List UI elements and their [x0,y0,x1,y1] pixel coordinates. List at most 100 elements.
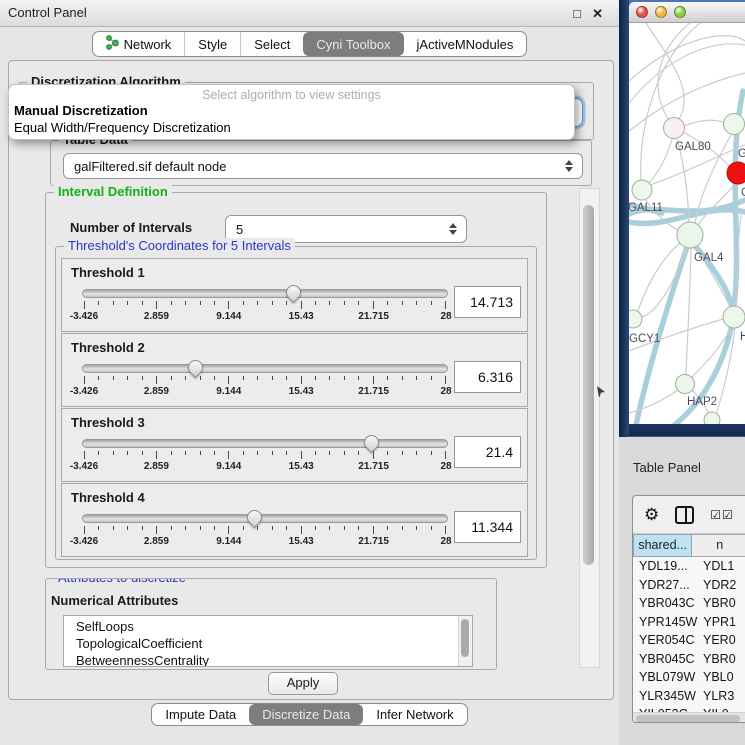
column-header-name[interactable]: n [692,534,745,557]
table-row[interactable]: YDR27...YDR2 [633,578,745,597]
cell-name: YLR3 [697,689,745,708]
slider-track[interactable] [82,514,448,523]
threshold-slider[interactable]: -3.4262.8599.14415.4321.71528 [82,509,448,549]
slider-thumb[interactable] [185,357,206,378]
network-node-hap2[interactable] [676,375,695,394]
tab-network[interactable]: Network [93,32,185,56]
column-header-shared-name[interactable]: shared... [633,534,692,557]
screen: Control Panel □ ✕ NetworkStyleSelectCyni… [0,0,745,745]
tab-label: jActiveMNodules [417,37,514,52]
tab-jactivemnodules[interactable]: jActiveMNodules [404,32,527,56]
slider-thumb[interactable] [244,507,265,528]
table-hscrollbar[interactable] [633,712,745,723]
cell-shared-name: YER054C [633,633,697,652]
network-window: GAL80GACGAL11GAL4GCY1HHAP2 [629,2,745,436]
columns-icon[interactable] [675,506,694,524]
network-node-ga[interactable] [724,114,745,135]
attribute-item[interactable]: BetweennessCentrality [76,652,472,667]
apply-button[interactable]: Apply [268,672,338,695]
network-edge[interactable] [629,36,745,81]
tab-discretize-data[interactable]: Discretize Data [249,704,363,725]
network-node-gal80[interactable] [664,118,685,139]
attribute-items: SelfLoopsTopologicalCoefficientBetweenne… [64,616,472,667]
threshold-slider[interactable]: -3.4262.8599.14415.4321.71528 [82,359,448,399]
network-node-c[interactable] [727,162,745,184]
scrollbar-thumb[interactable] [636,715,740,723]
table-row[interactable]: YDL19...YDL1 [633,559,745,578]
network-edge[interactable] [629,390,678,413]
slider-track[interactable] [82,439,448,448]
network-edge[interactable] [686,248,691,374]
numerical-attributes-list[interactable]: SelfLoopsTopologicalCoefficientBetweenne… [63,615,473,667]
table-row[interactable]: YER054CYER0 [633,633,745,652]
tab-style[interactable]: Style [184,32,240,56]
slider-thumb[interactable] [361,432,382,453]
network-node-h[interactable] [723,306,745,328]
network-window-titlebar[interactable] [629,2,745,23]
slider-ticks [84,376,446,385]
table-panel: ⚙ ☑☑ shared... n YDL19...YDL1YDR27...YDR… [632,495,745,723]
network-canvas[interactable]: GAL80GACGAL11GAL4GCY1HHAP2 [629,23,745,424]
threshold-value-field[interactable] [454,286,521,318]
table-row[interactable]: YBR043CYBR0 [633,596,745,615]
table-data-combobox[interactable]: galFiltered.sif default node [63,153,583,179]
network-edge[interactable] [641,247,686,317]
panel-scrollbar[interactable] [579,188,600,668]
slider-ticks [84,301,446,310]
dropdown-option-equal-width-frequency-discretization[interactable]: Equal Width/Frequency Discretization [9,119,574,136]
threshold-value-field[interactable] [454,436,521,468]
cell-name: YPR1 [697,615,745,634]
algorithm-dropdown-popup: Select algorithm to view settings Manual… [8,84,575,140]
select-checkboxes-icon[interactable]: ☑☑ [710,508,734,522]
cell-shared-name: YBL079W [633,670,697,689]
network-node-gal4[interactable] [677,222,703,248]
scrollbar-thumb[interactable] [583,205,594,565]
scrollbar-thumb[interactable] [461,619,469,657]
zoom-traffic-light-icon[interactable] [674,6,686,18]
minimize-traffic-light-icon[interactable] [655,6,667,18]
slider-thumb[interactable] [283,282,304,303]
slider-scale: -3.4262.8599.14415.4321.71528 [84,461,446,473]
network-window-bottom-edge [629,424,745,436]
list-scrollbar[interactable] [458,616,472,666]
close-traffic-light-icon[interactable] [636,6,648,18]
network-edge[interactable] [646,23,684,119]
threshold-value-field[interactable] [454,511,521,543]
threshold-label: Threshold 3 [71,415,145,430]
threshold-panel: Threshold 4 -3.4262.8599.14415.4321.7152… [61,483,528,557]
slider-scale: -3.4262.8599.14415.4321.71528 [84,386,446,398]
attribute-item[interactable]: TopologicalCoefficient [76,635,472,652]
network-node-gcy1[interactable] [629,310,642,328]
threshold-panel: Threshold 1 -3.4262.8599.14415.4321.7152… [61,258,528,332]
table-data-group: Table Data galFiltered.sif default node [50,140,592,186]
tab-cyni-toolbox[interactable]: Cyni Toolbox [303,32,403,56]
threshold-slider[interactable]: -3.4262.8599.14415.4321.71528 [82,284,448,324]
gear-icon[interactable]: ⚙ [644,506,659,523]
panel-divider [619,0,629,437]
threshold-value-field[interactable] [454,361,521,393]
threshold-slider[interactable]: -3.4262.8599.14415.4321.71528 [82,434,448,474]
float-window-icon[interactable]: □ [573,6,581,21]
network-edge[interactable] [684,120,724,126]
network-edge[interactable] [638,243,680,311]
network-edge[interactable] [641,23,700,180]
table-row[interactable]: YPR145WYPR1 [633,615,745,634]
slider-track[interactable] [82,289,448,298]
tab-select[interactable]: Select [240,32,303,56]
table-row[interactable]: YLR345WYLR3 [633,689,745,708]
network-edge[interactable] [649,139,672,183]
node-label: GCY1 [629,333,660,345]
table-row[interactable]: YBL079WYBL0 [633,670,745,689]
network-node[interactable] [704,412,720,424]
slider-track[interactable] [82,364,448,373]
table-row[interactable]: YBR045CYBR0 [633,652,745,671]
node-label: C [741,187,745,199]
tab-impute-data[interactable]: Impute Data [152,704,249,725]
control-panel-titlebar: Control Panel □ ✕ [0,0,619,27]
attribute-item[interactable]: SelfLoops [76,618,472,635]
close-icon[interactable]: ✕ [592,6,603,22]
dropdown-option-manual-discretization[interactable]: Manual Discretization [9,102,574,119]
cell-shared-name: YBR043C [633,596,697,615]
tab-infer-network[interactable]: Infer Network [363,704,466,725]
network-node-gal11[interactable] [632,180,652,200]
